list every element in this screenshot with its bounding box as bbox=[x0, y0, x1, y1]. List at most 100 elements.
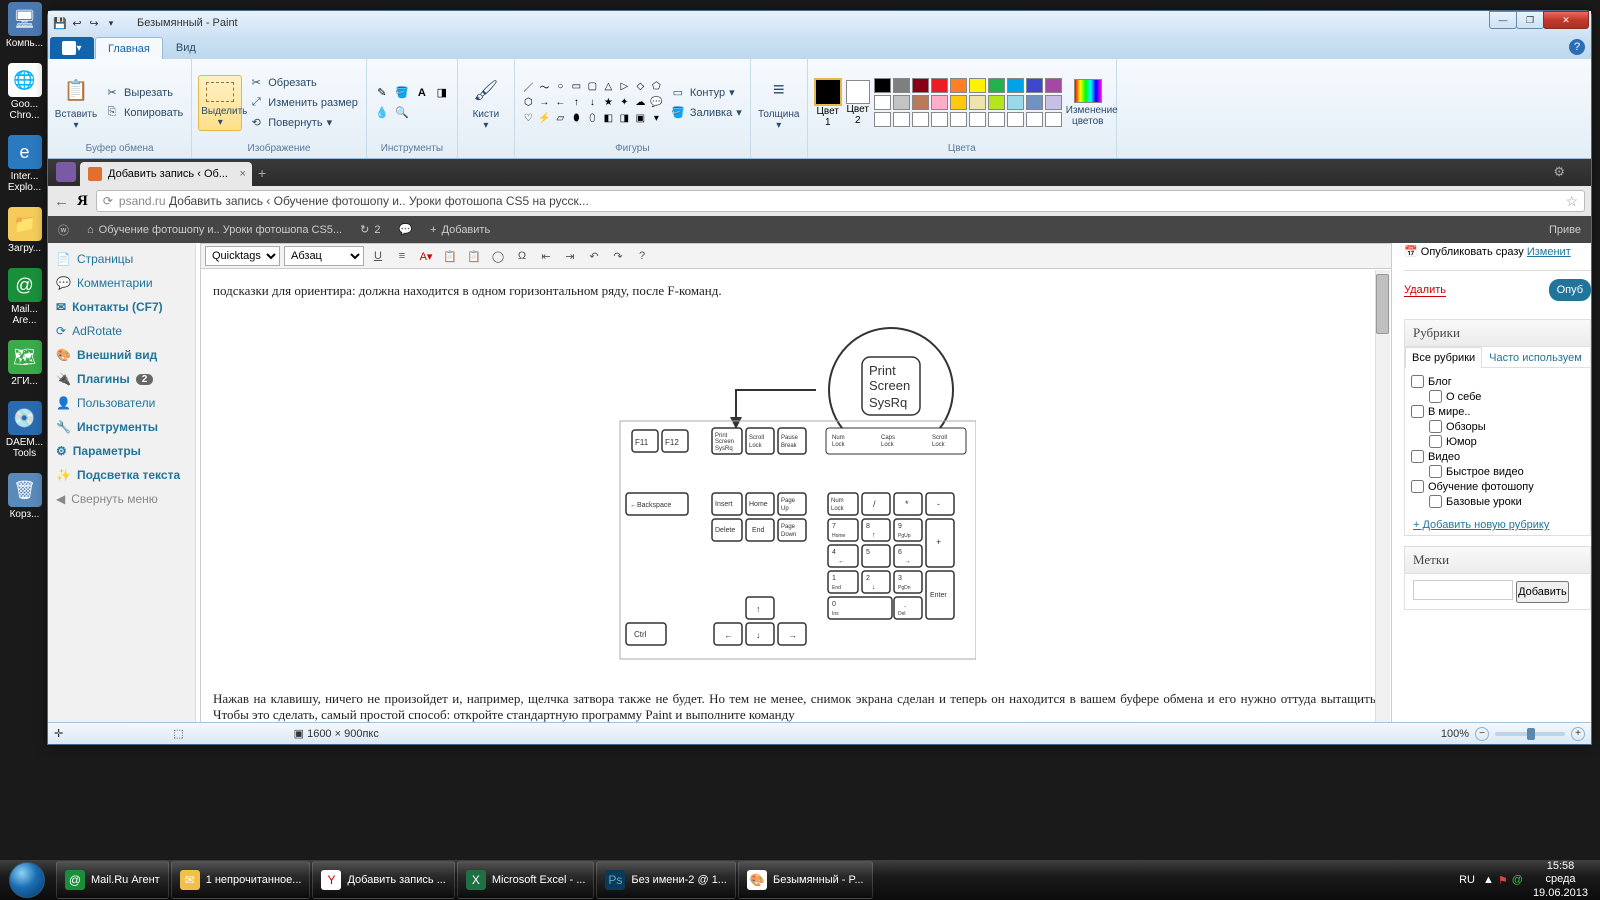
palette-swatch[interactable] bbox=[912, 95, 929, 110]
palette-empty[interactable] bbox=[893, 112, 910, 127]
palette-swatch[interactable] bbox=[950, 95, 967, 110]
brushes-button[interactable]: 🖌Кисти▾ bbox=[464, 75, 508, 131]
outdent-button[interactable]: ⇤ bbox=[536, 246, 556, 266]
sidebar-pages[interactable]: 📄 Страницы bbox=[48, 247, 195, 271]
sidebar-comments[interactable]: 💬 Комментарии bbox=[48, 271, 195, 295]
shape-outline[interactable]: ▭Контур ▾ bbox=[668, 84, 744, 102]
palette-swatch[interactable] bbox=[1045, 78, 1062, 93]
palette-swatch[interactable] bbox=[969, 95, 986, 110]
lang-indicator[interactable]: RU bbox=[1455, 874, 1479, 886]
palette-swatch[interactable] bbox=[893, 95, 910, 110]
palette-empty[interactable] bbox=[912, 112, 929, 127]
picker-tool[interactable]: 💧 bbox=[373, 104, 391, 122]
sidebar-appearance[interactable]: 🎨 Внешний вид bbox=[48, 343, 195, 367]
paste-button[interactable]: 📋Вставить▾ bbox=[54, 75, 98, 131]
tray-action-icon[interactable]: ⚑ bbox=[1498, 874, 1508, 887]
desktop-icon-mailru[interactable]: @Mail... Аге... bbox=[2, 268, 47, 326]
help-icon[interactable]: ? bbox=[1569, 39, 1585, 55]
start-button[interactable] bbox=[0, 860, 54, 900]
category-item[interactable]: Обучение фотошопу bbox=[1411, 479, 1584, 494]
clear-format-button[interactable]: ◯ bbox=[488, 246, 508, 266]
undo-button[interactable]: ↶ bbox=[584, 246, 604, 266]
sidebar-highlight[interactable]: ✨ Подсветка текста bbox=[48, 463, 195, 487]
sidebar-contacts[interactable]: ✉ Контакты (CF7) bbox=[48, 295, 195, 319]
cut-button[interactable]: ✂Вырезать bbox=[102, 84, 185, 102]
zoom-out-button[interactable]: − bbox=[1475, 727, 1489, 741]
ed-help-button[interactable]: ? bbox=[632, 246, 652, 266]
palette-empty[interactable] bbox=[1045, 112, 1062, 127]
palette-swatch[interactable] bbox=[950, 78, 967, 93]
palette-swatch[interactable] bbox=[1026, 95, 1043, 110]
category-checkbox[interactable] bbox=[1429, 495, 1442, 508]
browser-settings-icon[interactable]: ⚙ bbox=[1553, 164, 1565, 180]
tray-mailru-icon[interactable]: @ bbox=[1512, 874, 1523, 886]
close-button[interactable]: ✕ bbox=[1543, 11, 1589, 29]
back-button[interactable]: ← bbox=[54, 193, 69, 210]
browser-tab[interactable]: Добавить запись ‹ Об...× bbox=[80, 162, 252, 186]
palette-empty[interactable] bbox=[950, 112, 967, 127]
taskbar-yandex[interactable]: YДобавить запись ... bbox=[312, 861, 454, 899]
tab-close-icon[interactable]: × bbox=[240, 168, 246, 180]
eraser-tool[interactable]: ◨ bbox=[433, 84, 451, 102]
palette-empty[interactable] bbox=[931, 112, 948, 127]
underline-button[interactable]: U bbox=[368, 246, 388, 266]
qat-save-icon[interactable]: 💾 bbox=[52, 15, 68, 31]
palette-empty[interactable] bbox=[874, 112, 891, 127]
palette[interactable] bbox=[874, 78, 1062, 127]
cat-tab-freq[interactable]: Часто используем bbox=[1482, 347, 1589, 368]
category-item[interactable]: Быстрое видео bbox=[1411, 464, 1584, 479]
add-category-link[interactable]: + Добавить новую рубрику bbox=[1405, 515, 1590, 535]
sidebar-tools[interactable]: 🔧 Инструменты bbox=[48, 415, 195, 439]
tab-home[interactable]: Главная bbox=[95, 37, 163, 59]
wp-logo-icon[interactable]: ⓦ bbox=[58, 222, 69, 238]
wp-comments[interactable]: 💬 bbox=[398, 223, 412, 236]
quicktags-select[interactable]: Quicktags bbox=[205, 246, 280, 266]
editor-scrollbar[interactable] bbox=[1375, 270, 1390, 722]
charmap-button[interactable]: Ω bbox=[512, 246, 532, 266]
category-checkbox[interactable] bbox=[1429, 420, 1442, 433]
edit-colors-button[interactable]: Изменение цветов bbox=[1066, 79, 1110, 127]
palette-swatch[interactable] bbox=[988, 78, 1005, 93]
color1-button[interactable]: Цвет 1 bbox=[814, 78, 842, 128]
desktop-icon-computer[interactable]: 🖥Компь... bbox=[2, 2, 47, 49]
sidebar-settings[interactable]: ⚙ Параметры bbox=[48, 439, 195, 463]
category-checkbox[interactable] bbox=[1411, 405, 1424, 418]
select-button[interactable]: Выделить▾ bbox=[198, 75, 242, 131]
zoom-slider[interactable] bbox=[1495, 732, 1565, 736]
bookmark-icon[interactable]: ☆ bbox=[1565, 193, 1578, 210]
category-checkbox[interactable] bbox=[1411, 480, 1424, 493]
category-checkbox[interactable] bbox=[1429, 465, 1442, 478]
text-tool[interactable]: A bbox=[413, 84, 431, 102]
sidebar-adrotate[interactable]: ⟳ AdRotate bbox=[48, 319, 195, 343]
cat-tab-all[interactable]: Все рубрики bbox=[1405, 347, 1482, 368]
reload-icon[interactable]: ⟳ bbox=[103, 194, 113, 208]
sidebar-users[interactable]: 👤 Пользователи bbox=[48, 391, 195, 415]
palette-swatch[interactable] bbox=[912, 78, 929, 93]
redo-button[interactable]: ↷ bbox=[608, 246, 628, 266]
desktop-icon-recycle[interactable]: 🗑Корз... bbox=[2, 473, 47, 520]
palette-swatch[interactable] bbox=[1007, 95, 1024, 110]
sidebar-plugins[interactable]: 🔌 Плагины 2 bbox=[48, 367, 195, 391]
editor-content[interactable]: подсказки для ориентира: должна находитс… bbox=[200, 269, 1392, 722]
taskbar-outlook[interactable]: ✉1 непрочитанное... bbox=[171, 861, 311, 899]
desktop-icon-ie[interactable]: eInter... Explo... bbox=[2, 135, 47, 193]
palette-swatch[interactable] bbox=[1026, 78, 1043, 93]
thickness-button[interactable]: ≡Толщина▾ bbox=[757, 75, 801, 131]
desktop-icon-2gis[interactable]: 🗺2ГИ... bbox=[2, 340, 47, 387]
tray-clock[interactable]: 15:58 среда 19.06.2013 bbox=[1527, 860, 1594, 900]
category-checkbox[interactable] bbox=[1429, 435, 1442, 448]
category-item[interactable]: Обзоры bbox=[1411, 419, 1584, 434]
fill-tool[interactable]: 🪣 bbox=[393, 84, 411, 102]
category-checkbox[interactable] bbox=[1411, 450, 1424, 463]
category-item[interactable]: Видео bbox=[1411, 449, 1584, 464]
qat-undo-icon[interactable]: ↩ bbox=[69, 15, 85, 31]
shapes-gallery[interactable]: ／〜○▭▢△▷◇⬠ ⬡→←↑↓★✦☁💬 ♡⚡▱⬮⬯◧◨▣▾ bbox=[521, 79, 664, 126]
palette-empty[interactable] bbox=[988, 112, 1005, 127]
palette-swatch[interactable] bbox=[931, 78, 948, 93]
minimize-button[interactable]: — bbox=[1489, 11, 1517, 29]
paste-word-button[interactable]: 📋 bbox=[464, 246, 484, 266]
tray-flag-icon[interactable]: ▲ bbox=[1483, 874, 1494, 886]
palette-swatch[interactable] bbox=[969, 78, 986, 93]
wp-greeting[interactable]: Приве bbox=[1549, 224, 1581, 236]
palette-swatch[interactable] bbox=[1007, 78, 1024, 93]
